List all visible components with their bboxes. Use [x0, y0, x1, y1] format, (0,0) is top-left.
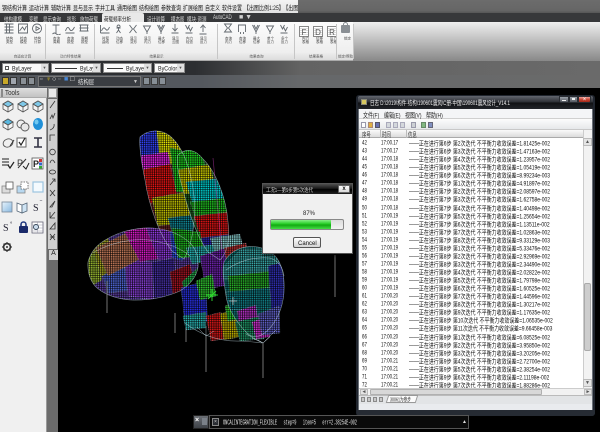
svg-text:‾: ‾: [39, 200, 43, 207]
svg-text:°: °: [10, 222, 13, 228]
svg-text:P: P: [33, 159, 39, 169]
svg-text:S: S: [3, 223, 9, 234]
svg-text:S: S: [33, 203, 39, 214]
